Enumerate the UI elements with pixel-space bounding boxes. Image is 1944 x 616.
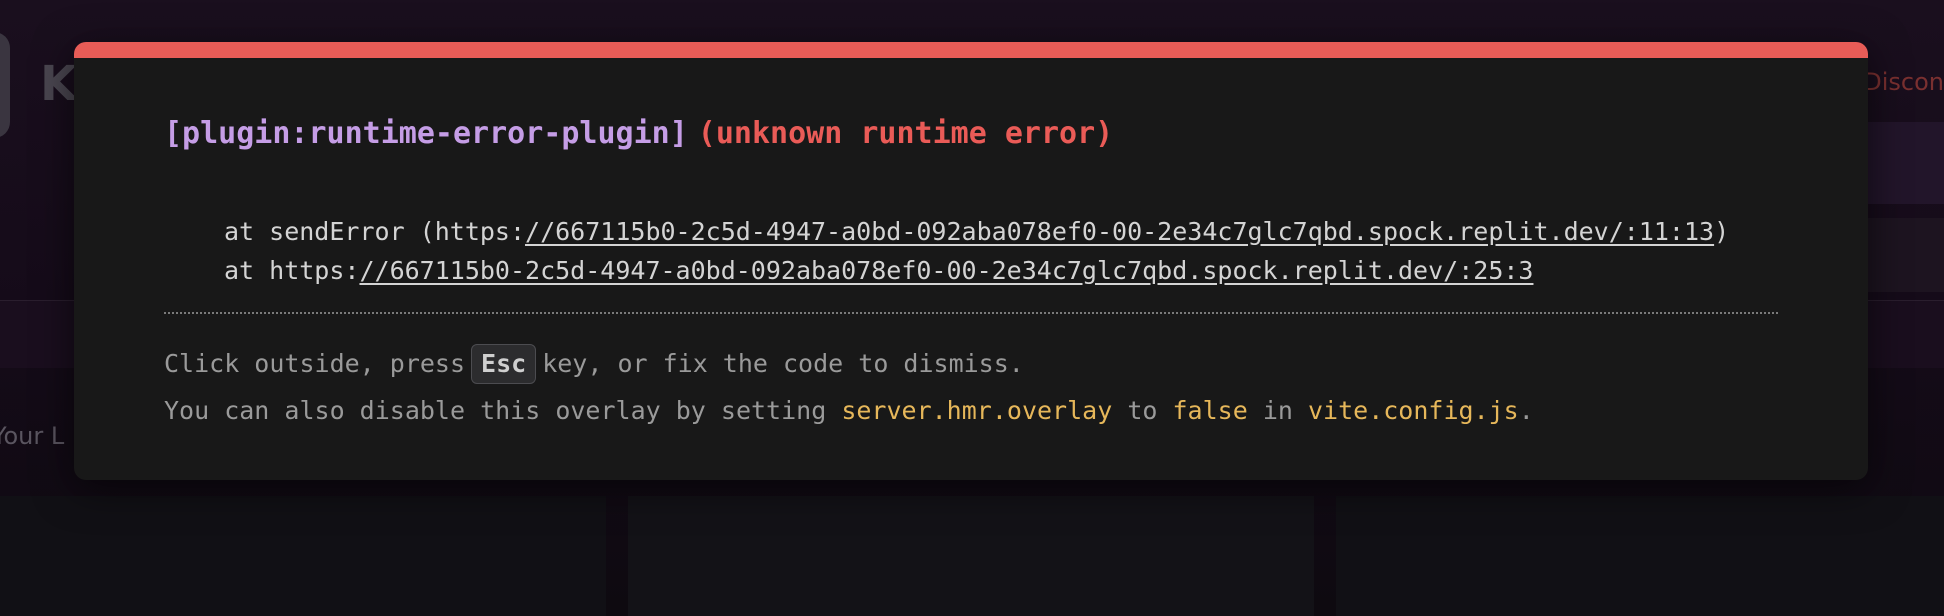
config-value-code: false bbox=[1172, 396, 1248, 425]
dismiss-tip-line: Click outside, press Esc key, or fix the c… bbox=[164, 340, 1778, 387]
background-card bbox=[0, 496, 606, 616]
stack-frame-link[interactable]: //667115b0-2c5d-4947-a0bd-092aba078ef0-0… bbox=[359, 256, 1533, 285]
tip-text: You can also disable this overlay by set… bbox=[164, 396, 827, 425]
stack-frame-suffix: ) bbox=[1714, 217, 1730, 246]
disable-overlay-tip-line: You can also disable this overlay by set… bbox=[164, 387, 1778, 434]
dismiss-tip: Click outside, press Esc key, or fix the c… bbox=[164, 340, 1778, 434]
stack-frame-link[interactable]: //667115b0-2c5d-4947-a0bd-092aba078ef0-0… bbox=[525, 217, 1714, 246]
disconnect-button[interactable]: Discon bbox=[1863, 68, 1944, 96]
app-logo-letter: K bbox=[40, 56, 78, 112]
error-title: [plugin:runtime-error-plugin] (unknown ru… bbox=[164, 114, 1778, 154]
tip-text: to bbox=[1127, 396, 1158, 425]
section-heading: Your L bbox=[0, 422, 65, 450]
stack-frame: at https://667115b0-2c5d-4947-a0bd-092ab… bbox=[224, 251, 1778, 290]
error-message: (unknown runtime error) bbox=[697, 116, 1114, 151]
background-card bbox=[1336, 496, 1944, 616]
tip-text: Click outside, press bbox=[164, 349, 466, 378]
background-panel bbox=[1864, 218, 1944, 292]
config-key-code: server.hmr.overlay bbox=[841, 396, 1113, 425]
stack-frame-prefix: at https: bbox=[224, 256, 360, 285]
error-overlay[interactable]: [plugin:runtime-error-plugin] (unknown ru… bbox=[74, 42, 1868, 480]
stack-frame: at sendError (https://667115b0-2c5d-4947… bbox=[224, 212, 1778, 251]
tip-text: key, or fix the code to dismiss. bbox=[542, 349, 1024, 378]
background-panel bbox=[1864, 122, 1944, 204]
tip-text: in bbox=[1262, 396, 1293, 425]
tip-text: . bbox=[1518, 396, 1534, 425]
background-card bbox=[628, 496, 1314, 616]
stack-trace: at sendError (https://667115b0-2c5d-4947… bbox=[164, 212, 1778, 290]
error-plugin-name: [plugin:runtime-error-plugin] bbox=[164, 116, 688, 151]
overlay-divider bbox=[164, 312, 1778, 314]
config-file-code: vite.config.js bbox=[1308, 396, 1519, 425]
esc-key-hint: Esc bbox=[471, 344, 537, 384]
stack-frame-prefix: at sendError (https: bbox=[224, 217, 526, 246]
app-logo-icon bbox=[0, 32, 10, 138]
